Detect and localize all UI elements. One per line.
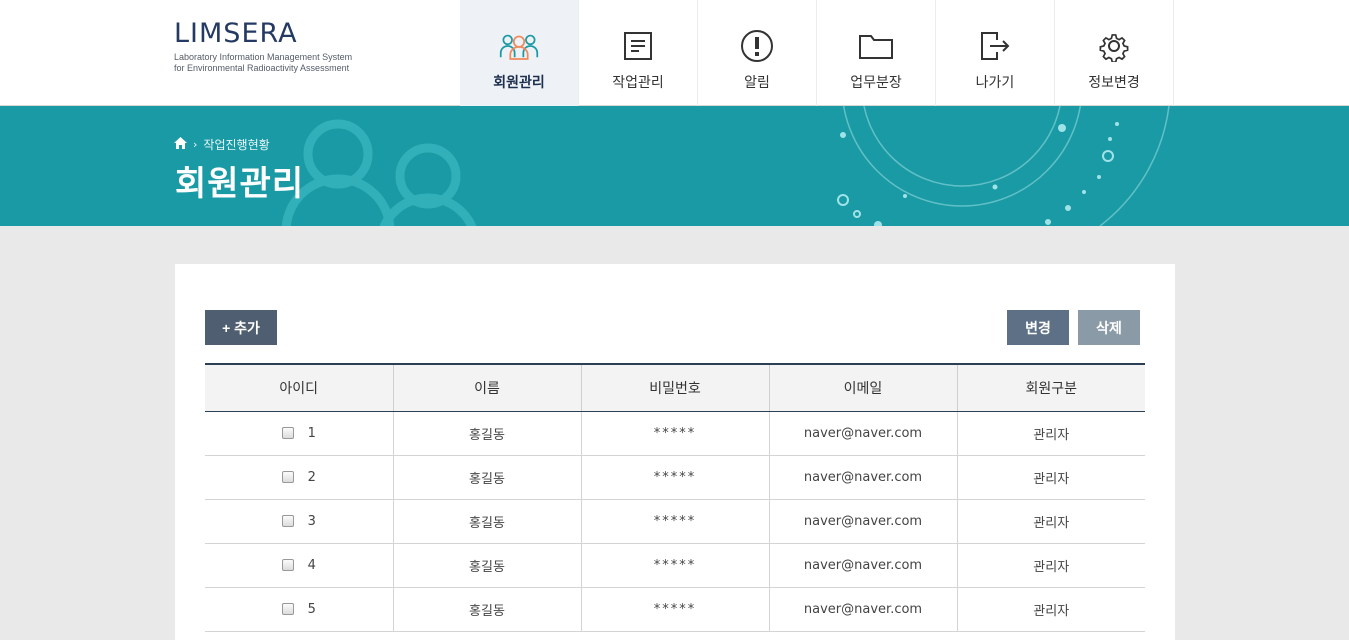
nav-label: 나가기	[975, 75, 1015, 91]
cell-member-type: 관리자	[957, 411, 1145, 456]
page-title: 회원관리	[175, 164, 305, 204]
cell-email: naver@naver.com	[769, 411, 958, 456]
cell-name: 홍길동	[393, 543, 582, 588]
nav-label: 작업관리	[612, 75, 664, 91]
add-button[interactable]: + 추가	[205, 310, 277, 345]
home-icon[interactable]	[174, 137, 187, 152]
table-row[interactable]: 5 홍길동 ***** naver@naver.com 관리자	[205, 587, 1145, 632]
column-header-member-type[interactable]: 회원구분	[957, 363, 1145, 412]
table-header-row: 아이디 이름 비밀번호 이메일 회원구분	[205, 363, 1145, 412]
cell-password: *****	[581, 543, 770, 588]
logo[interactable]: LIMSERA Laboratory Information Managemen…	[174, 18, 352, 74]
member-id: 1	[307, 425, 316, 441]
logo-subtitle-line1: Laboratory Information Management System	[174, 52, 353, 62]
nav-label: 회원관리	[493, 75, 545, 91]
document-icon	[618, 28, 658, 64]
row-checkbox[interactable]	[281, 427, 294, 439]
logo-title: LIMSERA	[174, 18, 298, 49]
alert-icon	[737, 28, 777, 64]
chevron-right-icon: ›	[193, 138, 198, 151]
breadcrumb: › 작업진행현황	[174, 136, 270, 153]
cell-name: 홍길동	[393, 411, 582, 456]
table-row[interactable]: 2 홍길동 ***** naver@naver.com 관리자	[205, 455, 1145, 500]
nav-item-exit[interactable]: 나가기	[936, 0, 1055, 106]
header: LIMSERA Laboratory Information Managemen…	[0, 0, 1349, 106]
gear-icon	[1094, 28, 1134, 64]
edit-button[interactable]: 변경	[1007, 310, 1069, 345]
cell-member-type: 관리자	[957, 455, 1145, 500]
member-table: 아이디 이름 비밀번호 이메일 회원구분 1 홍길동 ***** naver@n…	[205, 363, 1145, 632]
cell-password: *****	[581, 411, 770, 456]
member-id: 3	[307, 513, 316, 529]
folder-icon	[856, 28, 896, 64]
nav-item-profile-settings[interactable]: 정보변경	[1055, 0, 1174, 106]
logo-subtitle-line2: for Environmental Radioactivity Assessme…	[174, 63, 350, 73]
nav-label: 업무분장	[850, 75, 902, 91]
column-header-email[interactable]: 이메일	[769, 363, 958, 412]
cell-id: 2	[205, 455, 394, 500]
breadcrumb-current[interactable]: 작업진행현황	[203, 136, 269, 153]
nav-item-member-management[interactable]: 회원관리	[460, 0, 579, 106]
main-nav: 회원관리 작업관리 알림 업무분장 나가기 정보변경	[460, 0, 1174, 106]
page-banner: › 작업진행현황 회원관리	[0, 106, 1349, 226]
member-id: 4	[307, 557, 316, 573]
users-icon	[499, 28, 539, 64]
nav-item-task-assignment[interactable]: 업무분장	[817, 0, 936, 106]
row-checkbox[interactable]	[281, 559, 294, 571]
cell-member-type: 관리자	[957, 499, 1145, 544]
nav-item-notifications[interactable]: 알림	[698, 0, 817, 106]
cell-id: 3	[205, 499, 394, 544]
cell-email: naver@naver.com	[769, 587, 958, 632]
table-row[interactable]: 4 홍길동 ***** naver@naver.com 관리자	[205, 543, 1145, 588]
nav-label: 정보변경	[1088, 75, 1140, 91]
cell-email: naver@naver.com	[769, 499, 958, 544]
row-checkbox[interactable]	[281, 603, 294, 615]
column-header-name[interactable]: 이름	[393, 363, 582, 412]
cell-password: *****	[581, 499, 770, 544]
column-header-id[interactable]: 아이디	[205, 363, 394, 412]
table-row[interactable]: 1 홍길동 ***** naver@naver.com 관리자	[205, 411, 1145, 456]
cell-id: 1	[205, 411, 394, 456]
cell-name: 홍길동	[393, 499, 582, 544]
table-row[interactable]: 3 홍길동 ***** naver@naver.com 관리자	[205, 499, 1145, 544]
cell-member-type: 관리자	[957, 587, 1145, 632]
cell-email: naver@naver.com	[769, 543, 958, 588]
cell-password: *****	[581, 455, 770, 500]
column-header-password[interactable]: 비밀번호	[581, 363, 770, 412]
cell-id: 5	[205, 587, 394, 632]
cell-id: 4	[205, 543, 394, 588]
member-id: 5	[307, 601, 316, 617]
delete-button[interactable]: 삭제	[1078, 310, 1140, 345]
nav-label: 알림	[744, 75, 770, 91]
cell-name: 홍길동	[393, 587, 582, 632]
cell-name: 홍길동	[393, 455, 582, 500]
content-panel: + 추가 변경 삭제 아이디 이름 비밀번호 이메일 회원구분 1 홍길동 **…	[175, 264, 1175, 640]
logout-icon	[975, 28, 1015, 64]
cell-email: naver@naver.com	[769, 455, 958, 500]
row-checkbox[interactable]	[281, 515, 294, 527]
cell-password: *****	[581, 587, 770, 632]
nav-item-work-management[interactable]: 작업관리	[579, 0, 698, 106]
cell-member-type: 관리자	[957, 543, 1145, 588]
row-checkbox[interactable]	[281, 471, 294, 483]
member-id: 2	[307, 469, 316, 485]
